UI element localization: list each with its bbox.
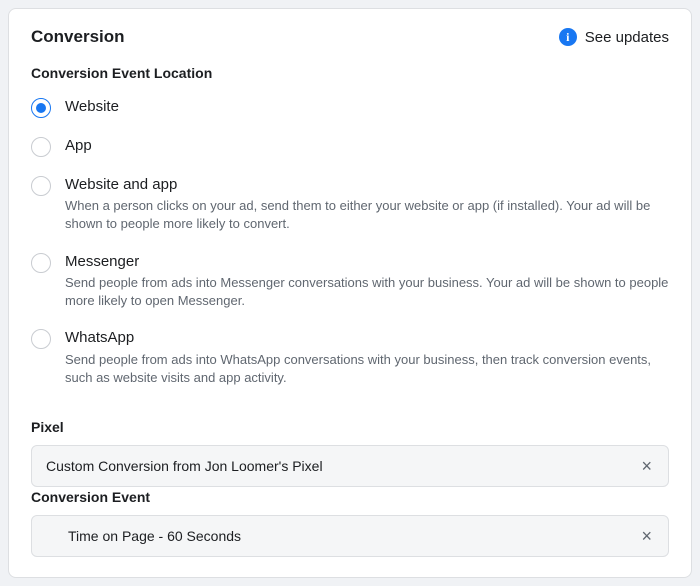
pixel-label: Pixel [31,419,669,435]
radio-option-messenger[interactable]: Messenger Send people from ads into Mess… [31,246,669,323]
pixel-section: Pixel Custom Conversion from Jon Loomer'… [31,419,669,487]
radio-label: App [65,136,669,156]
radio-option-website[interactable]: Website [31,91,669,130]
radio-description: Send people from ads into Messenger conv… [65,274,669,310]
card-header: Conversion i See updates [31,27,669,47]
conversion-event-select[interactable]: Time on Page - 60 Seconds × [31,515,669,557]
conversion-location-radio-group: Website App Website and app When a perso… [31,91,669,399]
radio-button[interactable] [31,176,51,196]
info-icon: i [559,28,577,46]
radio-option-app[interactable]: App [31,130,669,169]
radio-label: WhatsApp [65,328,669,348]
conversion-event-value: Time on Page - 60 Seconds [46,528,241,544]
radio-description: Send people from ads into WhatsApp conve… [65,351,669,387]
conversion-location-label: Conversion Event Location [31,65,669,81]
radio-body: Website and app When a person clicks on … [65,175,669,234]
radio-body: App [65,136,669,156]
radio-body: Website [65,97,669,117]
radio-option-whatsapp[interactable]: WhatsApp Send people from ads into Whats… [31,322,669,399]
radio-body: WhatsApp Send people from ads into Whats… [65,328,669,387]
see-updates-link[interactable]: i See updates [559,28,669,46]
radio-button[interactable] [31,329,51,349]
close-icon[interactable]: × [639,527,654,545]
radio-label: Website [65,97,669,117]
close-icon[interactable]: × [639,457,654,475]
radio-label: Messenger [65,252,669,272]
card-title: Conversion [31,27,125,47]
radio-body: Messenger Send people from ads into Mess… [65,252,669,311]
conversion-event-section: Conversion Event Time on Page - 60 Secon… [31,489,669,557]
pixel-select[interactable]: Custom Conversion from Jon Loomer's Pixe… [31,445,669,487]
conversion-card: Conversion i See updates Conversion Even… [8,8,692,578]
pixel-value: Custom Conversion from Jon Loomer's Pixe… [46,458,323,474]
radio-button[interactable] [31,137,51,157]
see-updates-label: See updates [585,29,669,46]
radio-label: Website and app [65,175,669,195]
radio-button[interactable] [31,98,51,118]
radio-description: When a person clicks on your ad, send th… [65,197,669,233]
radio-button[interactable] [31,253,51,273]
conversion-event-label: Conversion Event [31,489,669,505]
radio-option-website-and-app[interactable]: Website and app When a person clicks on … [31,169,669,246]
